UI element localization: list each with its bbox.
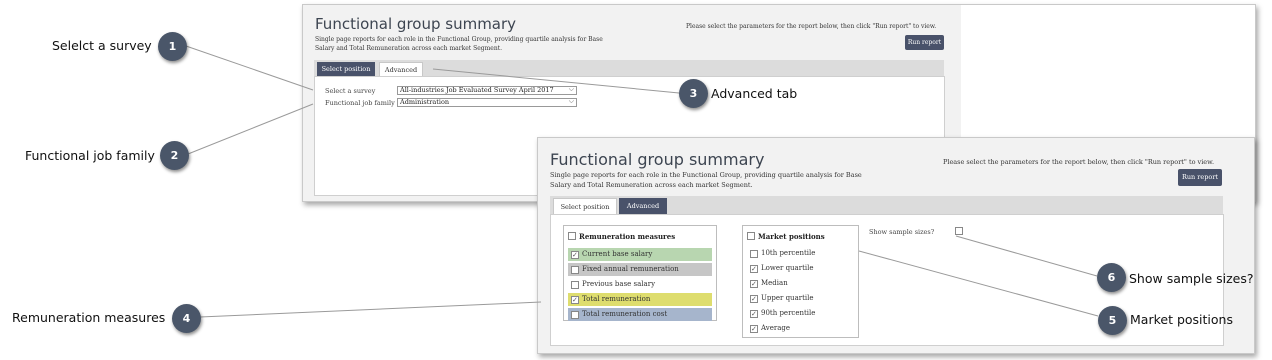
connector-6: [955, 235, 1098, 277]
callout-2-badge: 2: [160, 141, 189, 170]
connector-1: [185, 45, 314, 91]
callout-3-text: Advanced tab: [711, 86, 798, 101]
callout-5-text: Market positions: [1130, 312, 1233, 327]
callout-3-badge: 3: [679, 79, 708, 108]
callout-1-badge: 1: [158, 32, 187, 61]
connector-4: [199, 301, 542, 318]
callout-1-text: Selelct a survey: [52, 38, 152, 53]
callout-4-badge: 4: [172, 304, 201, 333]
connector-2: [187, 103, 314, 155]
callout-4-text: Remuneration measures: [12, 310, 166, 325]
callout-6-badge: 6: [1097, 263, 1126, 292]
connector-3: [432, 68, 680, 94]
connector-5: [858, 250, 1099, 317]
callout-2-text: Functional job family: [25, 148, 155, 163]
callout-5-badge: 5: [1098, 306, 1127, 335]
callout-6-text: Show sample sizes?: [1129, 271, 1254, 286]
